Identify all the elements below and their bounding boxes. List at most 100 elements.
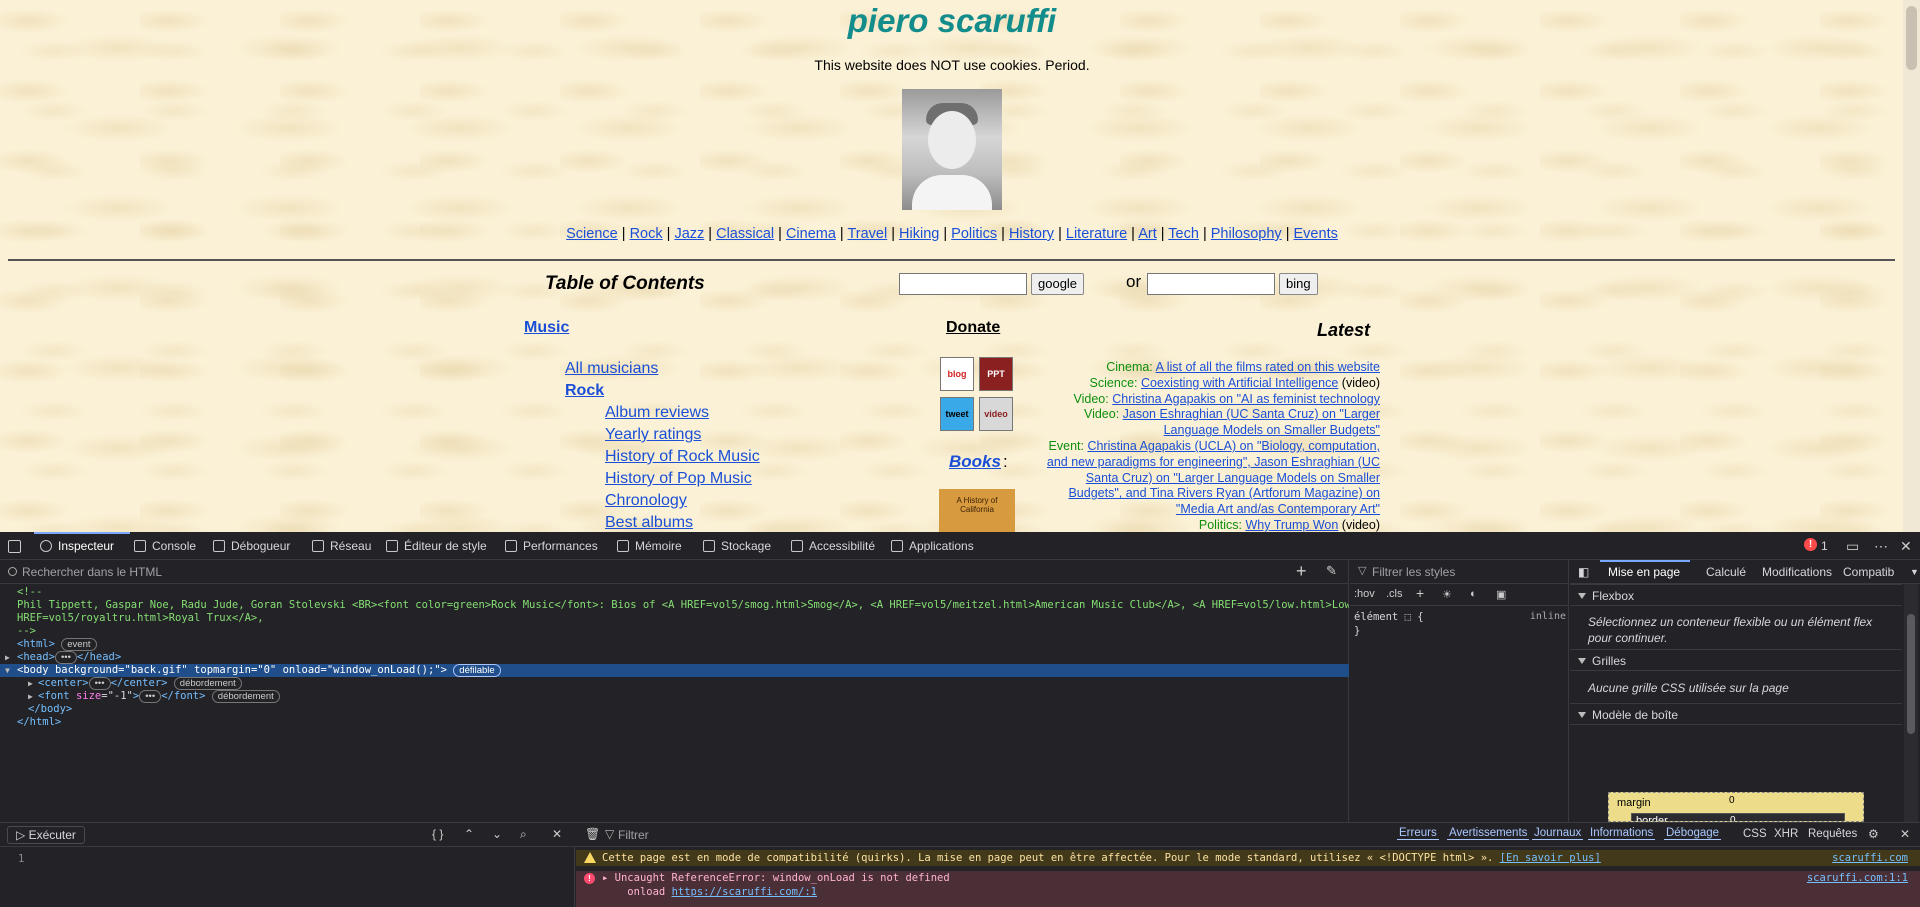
tab-style-editor[interactable]: Éditeur de style [386,532,487,560]
music-heading-link[interactable]: Music [524,319,569,337]
overflow-badge[interactable]: débordement [173,677,242,690]
grids-section-header[interactable]: Grilles [1570,649,1902,671]
body-node-selected[interactable]: ▼ <body background="back.gif" topmargin="… [0,664,1349,677]
music-link[interactable]: Best albums [565,512,760,532]
google-button[interactable]: google [1031,273,1085,295]
code-line[interactable]: Phil Tippett, Gaspar Noe, Radu Jude, Gor… [0,599,1349,612]
bing-search-input[interactable] [1147,273,1275,295]
tab-inspector[interactable]: Inspecteur [40,532,114,560]
book-cover-image[interactable]: A History of California [939,489,1015,532]
nav-link-classical[interactable]: Classical [716,226,774,242]
add-node-icon[interactable]: + [1296,561,1307,582]
code-line[interactable]: --> [0,625,1349,638]
close-split-console-icon[interactable]: ✕ [1900,827,1910,841]
donate-tweet-icon[interactable]: tweet [940,397,974,431]
styles-filter-bar[interactable]: ▽ Filtrer les styles [1350,560,1569,584]
console-filter-0[interactable]: Erreurs [1397,827,1439,840]
code-line[interactable]: <!-- [0,586,1349,599]
nav-link-politics[interactable]: Politics [951,226,997,242]
latest-link[interactable]: Christina Agapakis on "AI as feminist te… [1112,392,1380,406]
clear-console-icon[interactable]: 🗑 [585,827,600,841]
console-extra-filter-2[interactable]: Requêtes [1808,828,1857,840]
dock-icon[interactable]: ▭ [1846,532,1859,560]
latest-link[interactable]: Coexisting with Artificial Intelligence [1141,376,1338,390]
overflow-badge[interactable]: débordement [211,690,280,703]
bing-button[interactable]: bing [1279,273,1318,295]
flexbox-section-header[interactable]: Flexbox [1570,584,1902,606]
nav-link-history[interactable]: History [1009,226,1054,242]
boxmodel-section-header[interactable]: Modèle de boîte [1570,703,1902,725]
nav-link-hiking[interactable]: Hiking [899,226,939,242]
console-filter-2[interactable]: Journaux [1532,827,1584,840]
tab-memory[interactable]: Mémoire [617,532,682,560]
nav-link-events[interactable]: Events [1294,226,1338,242]
console-editor[interactable]: 1 [0,847,575,907]
tab-computed[interactable]: Calculé [1706,565,1746,579]
learn-more-link[interactable]: [En savoir plus] [1500,852,1601,864]
console-settings-icon[interactable]: ⚙ [1868,827,1879,841]
donate-video-icon[interactable]: video [979,397,1013,431]
body-close-node[interactable]: </body> [0,703,1349,716]
tab-debugger[interactable]: Débogueur [213,532,290,560]
latest-link[interactable]: Why Trump Won [1245,518,1338,532]
books-link[interactable]: Books [949,452,1001,472]
pretty-print-icon[interactable]: { } [432,827,443,841]
error-count-icon[interactable]: ! [1804,538,1817,551]
stack-url-link[interactable]: https://scaruffi.com/:1 [672,886,817,898]
warning-source-link[interactable]: scaruffi.com [1832,850,1908,866]
font-node[interactable]: ▶ <font size="-1"> ••• </font> débordement [0,690,1349,703]
console-extra-filter-0[interactable]: CSS [1743,828,1767,840]
music-link[interactable]: Chronology [565,490,760,512]
print-icon[interactable]: ▣ [1496,588,1506,601]
music-link[interactable]: History of Rock Music [565,446,760,468]
center-node[interactable]: ▶ <center> ••• </center> débordement [0,677,1349,690]
music-link[interactable]: History of Pop Music [565,468,760,490]
tab-applications[interactable]: Applications [891,532,974,560]
nav-link-jazz[interactable]: Jazz [674,226,704,242]
styles-filter-input[interactable]: Filtrer les styles [1372,565,1455,579]
nav-link-philosophy[interactable]: Philosophy [1211,226,1282,242]
tab-console[interactable]: Console [134,532,196,560]
console-filter-3[interactable]: Informations [1588,827,1656,840]
console-extra-filter-1[interactable]: XHR [1774,828,1798,840]
add-rule-icon[interactable]: + [1416,585,1424,601]
console-filter-input[interactable]: Filtrer [618,828,649,842]
music-link[interactable]: All musicians [565,358,760,380]
error-source-link[interactable]: scaruffi.com:1:1 [1807,871,1908,885]
close-icon[interactable]: ✕ [1900,532,1912,560]
history-up-icon[interactable]: ⌃ [464,827,474,841]
html-search-input[interactable]: Rechercher dans le HTML [22,565,162,579]
head-node[interactable]: ▶ <head> ••• </head> [0,651,1349,664]
code-line[interactable]: HREF=vol5/royaltru.html>Royal Trux</A>, [0,612,1349,625]
event-badge[interactable]: event [61,638,97,651]
latest-link[interactable]: Jason Eshraghian (UC Santa Cruz) on "Lar… [1123,407,1380,437]
music-link[interactable]: Rock [565,380,760,402]
tab-compatibility[interactable]: Compatib [1843,565,1894,579]
layout-scrollbar[interactable] [1904,584,1918,822]
light-scheme-icon[interactable]: ☀ [1442,588,1452,601]
html-node[interactable]: <html> event [0,638,1349,651]
tab-performance[interactable]: Performances [505,532,598,560]
tab-network[interactable]: Réseau [312,532,371,560]
donate-blog-icon[interactable]: blog [940,357,974,391]
scrollable-badge[interactable]: défilable [453,664,501,677]
class-toggle[interactable]: .cls [1386,588,1403,600]
hover-toggle[interactable]: :hov [1354,588,1375,600]
google-search-input[interactable] [899,273,1027,295]
page-scrollbar-thumb[interactable] [1906,6,1917,70]
nav-link-rock[interactable]: Rock [630,226,663,242]
nav-link-travel[interactable]: Travel [847,226,887,242]
donate-PPT-icon[interactable]: PPT [979,357,1013,391]
element-rule[interactable]: élément ⬚ {inline } [1354,610,1566,638]
console-filter-1[interactable]: Avertissements [1447,827,1530,840]
latest-link[interactable]: Christina Agapakis (UCLA) on "Biology, c… [1047,439,1380,516]
reverse-search-icon[interactable]: ⌕ [520,827,527,842]
close-editor-icon[interactable]: ✕ [552,827,562,841]
page-scrollbar[interactable] [1903,0,1920,532]
sidebar-toggle-icon[interactable]: ◧ [1578,565,1589,579]
nav-link-literature[interactable]: Literature [1066,226,1127,242]
music-link[interactable]: Album reviews [565,402,760,424]
dark-scheme-icon[interactable]: ◐ [1470,588,1477,600]
nav-link-science[interactable]: Science [566,226,618,242]
history-down-icon[interactable]: ⌄ [492,827,502,841]
